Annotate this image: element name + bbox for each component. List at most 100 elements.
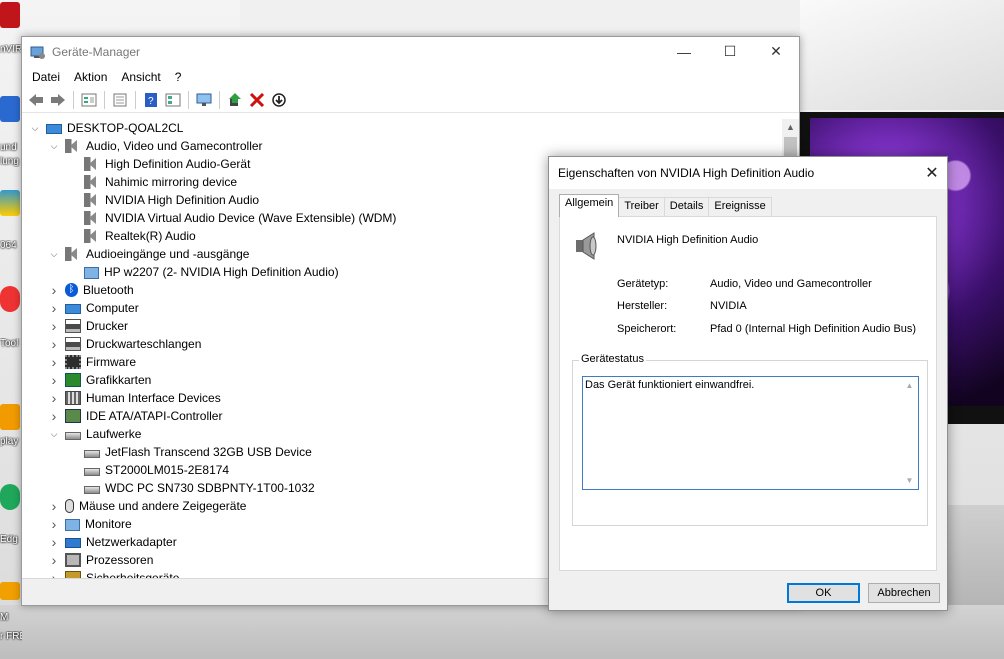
- tab-ereignisse[interactable]: Ereignisse: [708, 197, 772, 217]
- chevron-right-icon[interactable]: ›: [47, 336, 61, 352]
- dialog-titlebar[interactable]: Eigenschaften von NVIDIA High Definition…: [549, 157, 947, 189]
- menu-ansicht[interactable]: Ansicht: [114, 70, 167, 84]
- tab-treiber[interactable]: Treiber: [618, 197, 665, 217]
- desktop-icon-label[interactable]: r FREE: [0, 631, 22, 642]
- graphics-card-icon: [65, 373, 81, 387]
- speaker-icon: [65, 247, 81, 261]
- cancel-button[interactable]: Abbrechen: [868, 583, 940, 603]
- device-manager-titlebar[interactable]: Geräte-Manager — ☐ ✕: [22, 37, 799, 66]
- scroll-up-icon[interactable]: ▲: [782, 119, 799, 136]
- background-wall: [800, 0, 1004, 110]
- forward-arrow-icon[interactable]: [47, 89, 69, 111]
- chevron-right-icon[interactable]: ›: [47, 390, 61, 406]
- chevron-down-icon[interactable]: ⌵: [47, 427, 61, 441]
- desktop-icon-label[interactable]: M: [0, 612, 22, 623]
- tree-item[interactable]: ⌵ Audio, Video und Gamecontroller: [22, 137, 782, 155]
- edge-icon[interactable]: [0, 484, 20, 510]
- menu-datei[interactable]: Datei: [25, 70, 67, 84]
- minimize-button[interactable]: —: [661, 37, 707, 66]
- tree-item-label: WDC PC SN730 SDBPNTY-1T00-1032: [105, 481, 315, 495]
- chevron-right-icon[interactable]: ›: [47, 354, 61, 370]
- desktop-app-icon[interactable]: [0, 286, 20, 312]
- chevron-right-icon[interactable]: ›: [47, 300, 61, 316]
- toolbar-separator: [104, 91, 105, 109]
- tree-item-label: High Definition Audio-Gerät: [105, 157, 251, 171]
- close-button[interactable]: ✕: [753, 37, 799, 66]
- desktop-app-icon[interactable]: [0, 582, 20, 600]
- desktop-app-icon[interactable]: [0, 2, 20, 28]
- uninstall-icon[interactable]: [246, 89, 268, 111]
- chevron-down-icon[interactable]: ⌵: [47, 247, 61, 261]
- desktop-icon-label[interactable]: lung: [0, 156, 22, 167]
- desktop-app-icon[interactable]: [0, 96, 20, 122]
- back-arrow-icon[interactable]: [25, 89, 47, 111]
- tab-details[interactable]: Details: [663, 197, 710, 217]
- dialog-title: Eigenschaften von NVIDIA High Definition…: [558, 166, 815, 180]
- chevron-right-icon[interactable]: ›: [47, 282, 61, 298]
- window-title: Geräte-Manager: [52, 44, 141, 59]
- network-icon: [65, 538, 81, 548]
- monitor-scan-icon[interactable]: [193, 89, 215, 111]
- location-label: Speicherort:: [617, 323, 677, 335]
- view-icon[interactable]: [162, 89, 184, 111]
- desktop-icon-label[interactable]: play: [0, 436, 22, 447]
- mouse-icon: [65, 499, 74, 513]
- tree-item-label: Mäuse und andere Zeigegeräte: [79, 499, 247, 513]
- device-name: NVIDIA High Definition Audio: [617, 234, 759, 246]
- chevron-right-icon[interactable]: ›: [47, 516, 61, 532]
- tree-item-label: HP w2207 (2- NVIDIA High Definition Audi…: [104, 265, 339, 279]
- bluetooth-icon: ᛒ: [65, 283, 78, 297]
- tree-item[interactable]: ⌵ DESKTOP-QOAL2CL: [22, 119, 782, 137]
- tree-item-label: Computer: [86, 301, 139, 315]
- chevron-right-icon[interactable]: ›: [47, 534, 61, 550]
- device-status-group: Gerätestatus Das Gerät funktioniert einw…: [572, 353, 928, 526]
- tab-allgemein[interactable]: Allgemein: [559, 194, 620, 217]
- maximize-button[interactable]: ☐: [707, 37, 753, 66]
- drive-icon: [84, 467, 100, 476]
- status-scrollbar[interactable]: ▲ ▼: [901, 377, 918, 489]
- chevron-right-icon[interactable]: ›: [47, 408, 61, 424]
- desktop-icon-label[interactable]: 064: [0, 240, 22, 251]
- chevron-down-icon[interactable]: ⌵: [47, 139, 61, 153]
- menu-aktion[interactable]: Aktion: [67, 70, 114, 84]
- ok-button[interactable]: OK: [787, 583, 860, 603]
- dialog-close-button[interactable]: ✕: [917, 163, 947, 183]
- speaker-icon: [84, 211, 100, 225]
- update-driver-icon[interactable]: [224, 89, 246, 111]
- tree-item-label: Prozessoren: [86, 553, 154, 567]
- scroll-up-icon[interactable]: ▲: [901, 377, 918, 394]
- tree-item-label: Realtek(R) Audio: [105, 229, 196, 243]
- desktop-icon-label[interactable]: Edg: [0, 534, 22, 545]
- device-status-textbox[interactable]: Das Gerät funktioniert einwandfrei. ▲ ▼: [582, 376, 919, 490]
- speaker-icon: [574, 231, 600, 261]
- desktop-icons-strip: nVIR und lung 064 Tool play Edg M r FREE: [0, 0, 22, 659]
- document-icon[interactable]: [109, 89, 131, 111]
- tree-item-label: NVIDIA High Definition Audio: [105, 193, 260, 207]
- properties-grid-icon[interactable]: [78, 89, 100, 111]
- device-type-label: Gerätetyp:: [617, 278, 669, 290]
- speaker-icon: [84, 157, 100, 171]
- chevron-right-icon[interactable]: ›: [47, 372, 61, 388]
- scroll-down-icon[interactable]: ▼: [901, 472, 918, 489]
- chevron-down-icon[interactable]: ⌵: [28, 121, 42, 135]
- desktop-icon-label[interactable]: nVIR: [0, 44, 22, 55]
- disable-icon[interactable]: [268, 89, 290, 111]
- speaker-icon: [84, 193, 100, 207]
- desktop-app-icon[interactable]: [0, 190, 20, 216]
- desktop-icon-label[interactable]: Tool: [0, 338, 22, 349]
- speaker-icon: [84, 229, 100, 243]
- speaker-icon: [84, 175, 100, 189]
- help-icon[interactable]: ?: [140, 89, 162, 111]
- svg-text:?: ?: [148, 96, 154, 107]
- chevron-right-icon[interactable]: ›: [47, 552, 61, 568]
- desktop-app-icon[interactable]: [0, 404, 20, 430]
- desktop-icon-label[interactable]: und: [0, 142, 22, 153]
- chevron-right-icon[interactable]: ›: [47, 498, 61, 514]
- chevron-right-icon[interactable]: ›: [47, 318, 61, 334]
- menu-help[interactable]: ?: [168, 70, 189, 84]
- manufacturer-value: NVIDIA: [710, 300, 747, 312]
- dialog-tabs: Allgemein Treiber Details Ereignisse: [559, 194, 772, 217]
